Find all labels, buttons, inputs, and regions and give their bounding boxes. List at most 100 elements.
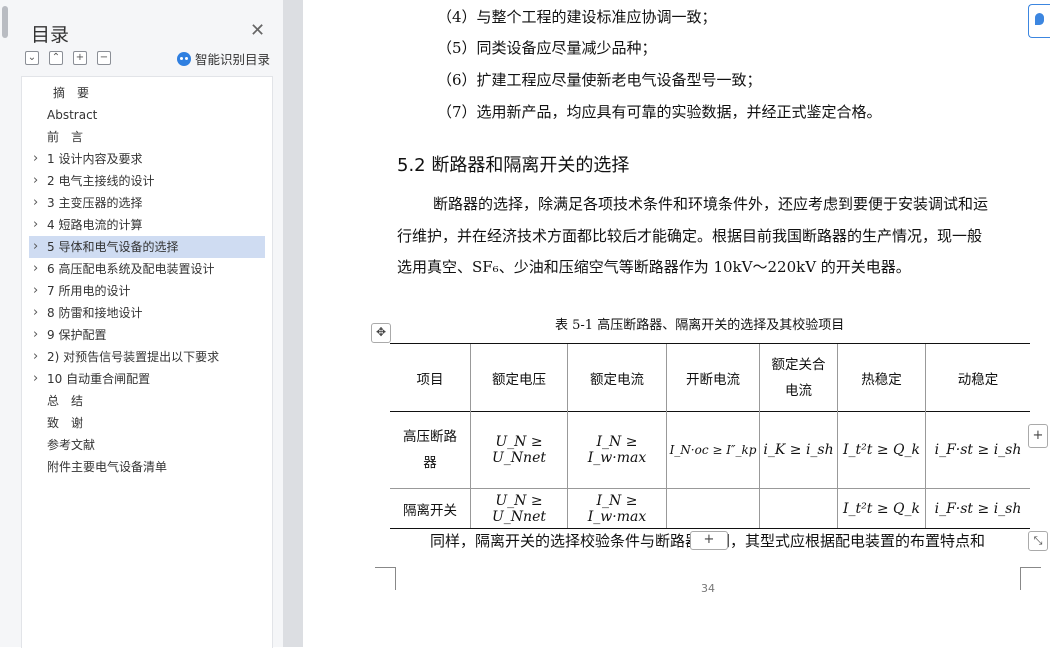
list-line: （5）同类设备应尽量减少品种； xyxy=(437,39,657,57)
toc-item-label: 致 谢 xyxy=(47,416,84,430)
table-cell: i_F·st ≥ i_sh xyxy=(925,411,1030,489)
table-caption: 表 5-1 高压断路器、隔离开关的选择及其校验项目 xyxy=(555,318,845,333)
ai-robot-icon xyxy=(177,51,191,66)
chevron-right-icon[interactable]: › xyxy=(33,280,38,302)
toc-item[interactable]: 前 言 xyxy=(29,126,265,148)
toc-title: 目录 xyxy=(31,24,70,46)
page-number: 34 xyxy=(701,582,715,595)
list-line: （6）扩建工程应尽量使新老电气设备型号一致； xyxy=(437,71,762,89)
toc-item[interactable]: › 4 短路电流的计算 xyxy=(29,214,265,236)
section-heading: 5.2 断路器和隔离开关的选择 xyxy=(397,155,630,176)
list-line: （7）选用新产品，均应具有可靠的实验数据，并经正式鉴定合格。 xyxy=(437,103,882,121)
paragraph-line: 断路器的选择，除满足各项技术条件和环境条件外，还应考虑到要便于安装调试和运 xyxy=(433,195,989,213)
minus-icon[interactable]: − xyxy=(97,51,111,65)
toc-item[interactable]: Abstract xyxy=(29,104,265,126)
add-column-icon[interactable]: + xyxy=(1028,424,1048,448)
smart-toc-label: 智能识别目录 xyxy=(195,52,271,67)
table-header-row: 项目 额定电压 额定电流 开断电流 额定关合电流 热稳定 动稳定 xyxy=(390,343,1030,412)
table-cell xyxy=(759,488,838,529)
table-cell: I_N·oc ≥ I″_kp xyxy=(666,411,760,489)
toc-item-label: 1 设计内容及要求 xyxy=(47,152,143,166)
toc-item[interactable]: › 2 电气主接线的设计 xyxy=(29,170,265,192)
plus-icon[interactable]: + xyxy=(73,51,87,65)
toc-item-label: 前 言 xyxy=(47,130,84,144)
table-header-cell: 额定电压 xyxy=(470,343,568,412)
toc-item-label: 7 所用电的设计 xyxy=(47,284,131,298)
document-gutter xyxy=(283,0,303,647)
collapse-all-icon[interactable]: ⌄ xyxy=(25,51,39,65)
smart-toc-button[interactable]: 智能识别目录 xyxy=(177,49,270,68)
table-cell xyxy=(666,488,760,529)
toc-item[interactable]: › 3 主变压器的选择 xyxy=(29,192,265,214)
sidebar-scrollbar[interactable] xyxy=(2,6,8,38)
table-cell: I_N ≥ I_w·max xyxy=(567,488,667,529)
toc-item[interactable]: › 9 保护配置 xyxy=(29,324,265,346)
toc-item[interactable]: › 6 高压配电系统及配电装置设计 xyxy=(29,258,265,280)
resize-icon[interactable]: ⤡ xyxy=(1028,531,1048,551)
toc-item-label: 摘 要 xyxy=(53,86,90,100)
toc-item[interactable]: 附件主要电气设备清单 xyxy=(29,456,265,478)
add-row-icon[interactable]: + xyxy=(690,531,728,550)
table-cell: i_K ≥ i_sh xyxy=(759,411,838,489)
chevron-right-icon[interactable]: › xyxy=(33,302,38,324)
cell-wrap-text: 高压断路器 xyxy=(403,429,457,471)
table-cell: i_F·st ≥ i_sh xyxy=(925,488,1030,529)
selection-table: 项目 额定电压 额定电流 开断电流 额定关合电流 热稳定 动稳定 高压断路器 U… xyxy=(390,343,1030,529)
toc-item-label: 3 主变压器的选择 xyxy=(47,196,143,210)
toc-item[interactable]: › 7 所用电的设计 xyxy=(29,280,265,302)
toc-item[interactable]: 摘 要 xyxy=(29,82,265,104)
table-cell: I_N ≥ I_w·max xyxy=(567,411,667,489)
toc-item-label: 总 结 xyxy=(47,394,84,408)
table-move-icon[interactable]: ✥ xyxy=(371,323,391,343)
toc-item-label: 5 导体和电气设备的选择 xyxy=(47,240,179,254)
table-cell: I_t²t ≥ Q_k xyxy=(837,488,926,529)
table-header-cell: 额定电流 xyxy=(567,343,667,412)
toc-item[interactable]: › 5 导体和电气设备的选择 xyxy=(29,236,265,258)
toc-item[interactable]: › 8 防雷和接地设计 xyxy=(29,302,265,324)
table-cell: I_t²t ≥ Q_k xyxy=(837,411,926,489)
toc-item-label: 附件主要电气设备清单 xyxy=(47,460,168,474)
chevron-right-icon[interactable]: › xyxy=(33,192,38,214)
toc-item-label: 4 短路电流的计算 xyxy=(47,218,143,232)
page-corner-marker xyxy=(375,567,396,590)
table-header-cell: 开断电流 xyxy=(666,343,760,412)
table-row: 高压断路器 U_N ≥ U_Nnet I_N ≥ I_w·max I_N·oc … xyxy=(390,411,1030,489)
toc-item-label: 6 高压配电系统及配电装置设计 xyxy=(47,262,215,276)
paragraph-line: 行维护，并在经济技术方面都比较后才能确定。根据目前我国断路器的生产情况，现一般 xyxy=(397,227,983,245)
toc-item-label: 10 自动重合闸配置 xyxy=(47,372,151,386)
chevron-right-icon[interactable]: › xyxy=(33,368,38,390)
toc-item[interactable]: › 10 自动重合闸配置 xyxy=(29,368,265,390)
toc-item-label: 2) 对预告信号装置提出以下要求 xyxy=(47,350,220,364)
chevron-right-icon[interactable]: › xyxy=(33,258,38,280)
close-icon[interactable]: ✕ xyxy=(250,20,265,41)
toc-item-label: 2 电气主接线的设计 xyxy=(47,174,155,188)
toc-item[interactable]: › 2) 对预告信号装置提出以下要求 xyxy=(29,346,265,368)
table-cell: U_N ≥ U_Nnet xyxy=(470,488,568,529)
toc-item[interactable]: 参考文献 xyxy=(29,434,265,456)
table-header-cell: 动稳定 xyxy=(925,343,1030,412)
toc-list: 摘 要 Abstract 前 言 › 1 设计内容及要求 › 2 电气主接线的设计 › 3 主变… xyxy=(21,76,273,648)
toc-item-label: Abstract xyxy=(47,108,98,122)
chevron-right-icon[interactable]: › xyxy=(33,346,38,368)
toc-item[interactable]: › 1 设计内容及要求 xyxy=(29,148,265,170)
chevron-up-icon[interactable]: ⌃ xyxy=(49,51,63,65)
toc-item-label: 参考文献 xyxy=(47,438,96,452)
toc-item[interactable]: 致 谢 xyxy=(29,412,265,434)
chevron-right-icon[interactable]: › xyxy=(33,324,38,346)
table-header-cell: 热稳定 xyxy=(837,343,926,412)
table-cell: 高压断路器 xyxy=(390,411,471,489)
paragraph-line: 选用真空、SF₆、少油和压缩空气等断路器作为 10kV～220kV 的开关电器。 xyxy=(397,258,911,276)
chevron-right-icon[interactable]: › xyxy=(33,148,38,170)
toc-item[interactable]: 总 结 xyxy=(29,390,265,412)
page-corner-marker xyxy=(1020,567,1041,590)
table-header-cell: 项目 xyxy=(390,343,471,412)
chevron-right-icon[interactable]: › xyxy=(33,170,38,192)
header-wrap-text: 额定关合电流 xyxy=(771,356,826,399)
toc-sidebar: 目录 ✕ ⌄ ⌃ + − 智能识别目录 摘 要 Abstract 前 言 › 1 设计内… xyxy=(0,0,283,648)
chevron-right-icon[interactable]: › xyxy=(33,214,38,236)
table-cell: U_N ≥ U_Nnet xyxy=(470,411,568,489)
chevron-right-icon[interactable]: › xyxy=(33,236,38,258)
list-line: （4）与整个工程的建设标准应协调一致； xyxy=(437,8,717,26)
bookmark-tab-icon[interactable] xyxy=(1028,4,1050,38)
table-row: 隔离开关 U_N ≥ U_Nnet I_N ≥ I_w·max I_t²t ≥ … xyxy=(390,488,1030,529)
